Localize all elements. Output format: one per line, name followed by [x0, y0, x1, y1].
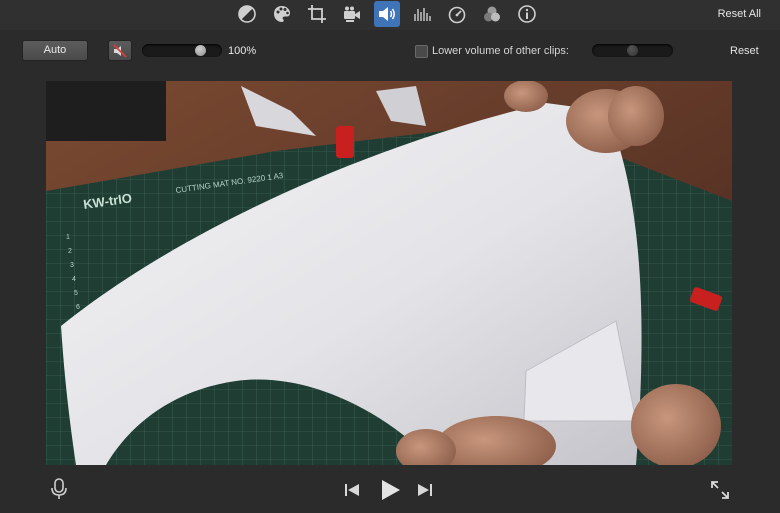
volume-button[interactable]: [374, 1, 400, 27]
adjustments-toolbar: Reset All: [0, 0, 780, 30]
play-icon[interactable]: [378, 478, 402, 502]
video-viewer[interactable]: KW-trIO CUTTING MAT NO. 9220 1 A3 1 2 3 …: [46, 81, 732, 465]
skip-back-icon[interactable]: [343, 481, 361, 499]
auto-button[interactable]: Auto: [22, 40, 88, 61]
lower-volume-slider-knob[interactable]: [627, 45, 638, 56]
speaker-mute-icon: [113, 43, 127, 58]
svg-text:2: 2: [68, 248, 72, 255]
color-balance-icon: [238, 5, 256, 23]
lower-volume-checkbox[interactable]: [415, 45, 428, 58]
color-correction-icon: [274, 6, 290, 22]
crop-icon: [308, 5, 326, 23]
svg-text:3: 3: [70, 262, 74, 269]
fullscreen-icon[interactable]: [710, 480, 730, 500]
volume-icon: [379, 7, 395, 21]
dark-object: [46, 81, 166, 141]
stabilization-button[interactable]: [339, 1, 365, 27]
lower-volume-slider[interactable]: [592, 44, 673, 57]
lower-volume-label: Lower volume of other clips:: [432, 45, 569, 57]
volume-controls: Auto 100% Lower volume of other clips: R…: [0, 36, 780, 66]
info-icon: [518, 5, 536, 23]
noise-reduction-equalizer-button[interactable]: [409, 1, 435, 27]
svg-text:1: 1: [66, 234, 70, 241]
svg-text:5: 5: [74, 290, 78, 297]
clip-filter-button[interactable]: [479, 1, 505, 27]
reset-all-button[interactable]: Reset All: [718, 8, 761, 20]
video-frame: KW-trIO CUTTING MAT NO. 9220 1 A3 1 2 3 …: [46, 81, 732, 465]
tool-icons-group: [234, 1, 540, 27]
clip-filter-icon: [484, 6, 500, 22]
svg-text:6: 6: [76, 304, 80, 311]
microphone-icon[interactable]: [50, 478, 68, 500]
volume-slider-knob[interactable]: [195, 45, 207, 56]
info-button[interactable]: [514, 1, 540, 27]
volume-slider[interactable]: [142, 44, 222, 57]
color-correction-button[interactable]: [269, 1, 295, 27]
mute-button[interactable]: [108, 40, 132, 61]
noise-reduction-equalizer-icon: [414, 8, 431, 21]
hand-bottom-right: [631, 384, 721, 465]
volume-percentage: 100%: [228, 45, 257, 57]
reset-button[interactable]: Reset: [730, 45, 759, 57]
speed-icon: [448, 6, 466, 24]
color-balance-button[interactable]: [234, 1, 260, 27]
red-clip: [336, 126, 354, 158]
svg-text:4: 4: [72, 276, 76, 283]
crop-button[interactable]: [304, 1, 330, 27]
skip-forward-icon[interactable]: [416, 481, 434, 499]
speed-button[interactable]: [444, 1, 470, 27]
stabilization-icon: [344, 6, 360, 22]
